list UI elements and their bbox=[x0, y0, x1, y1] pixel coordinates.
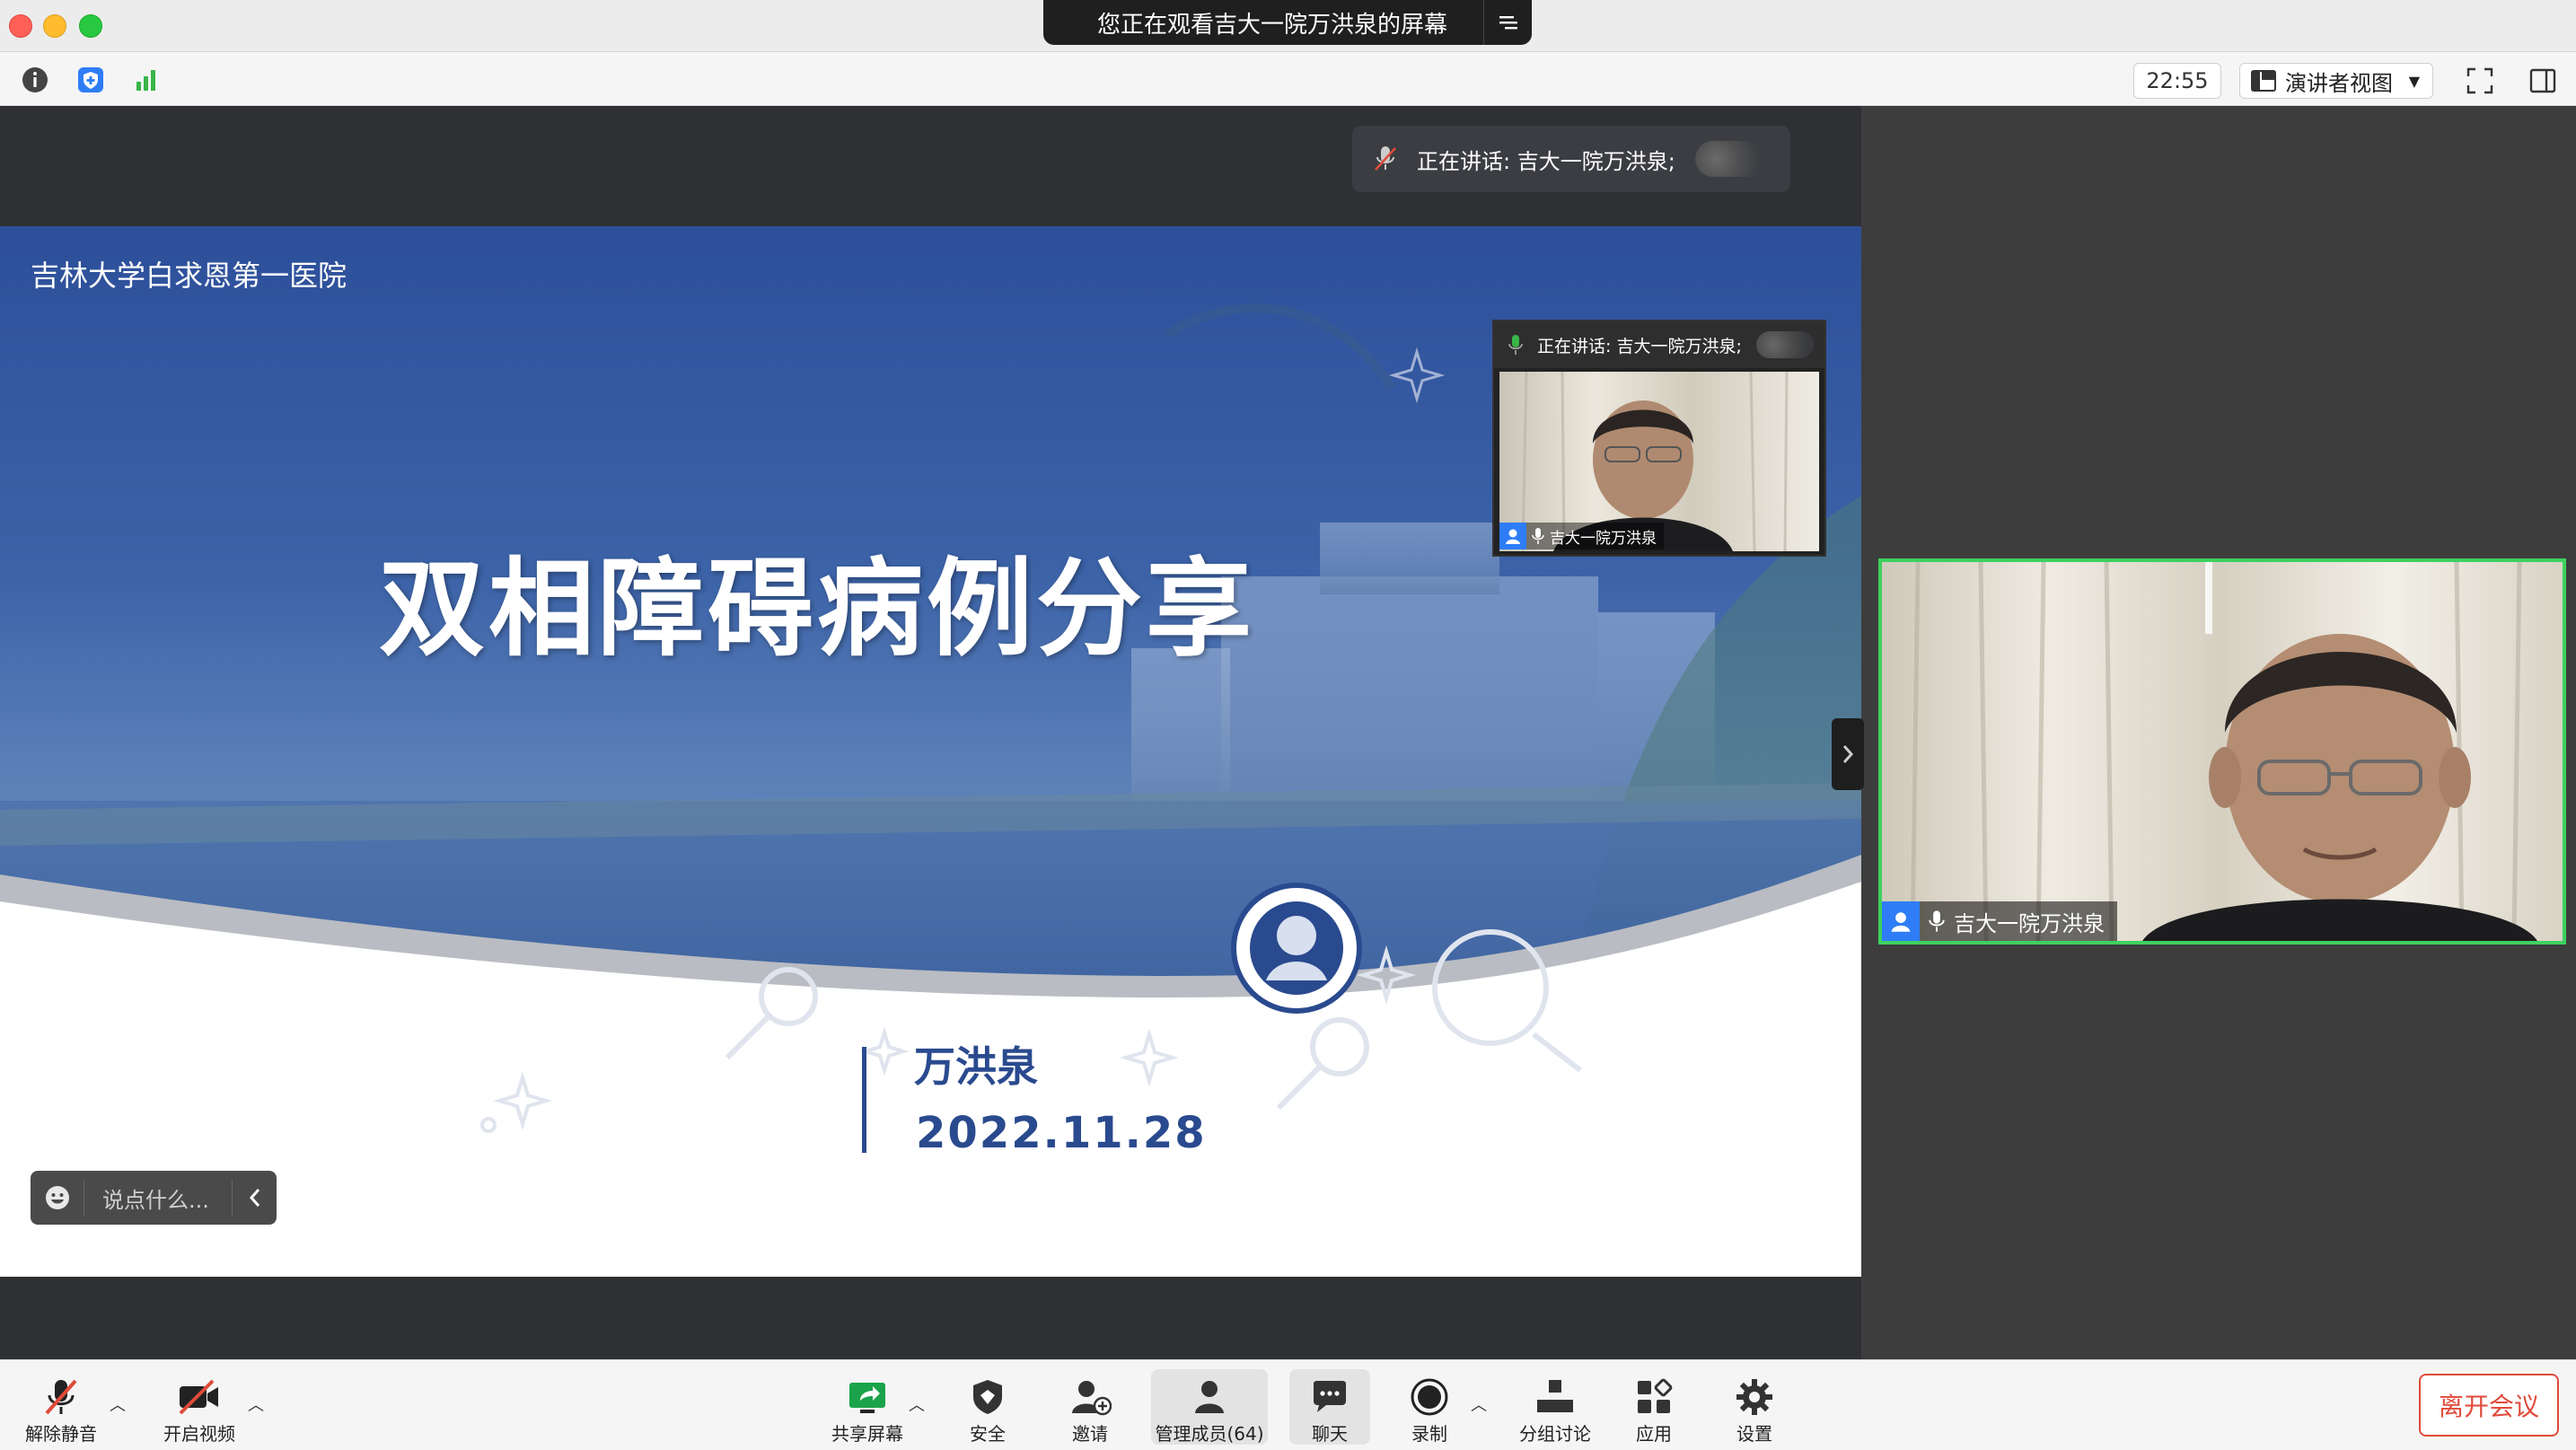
blurred-name bbox=[1755, 331, 1814, 358]
share-banner-text: 您正在观看吉大一院万洪泉的屏幕 bbox=[1096, 11, 1447, 39]
muted-mic-icon bbox=[43, 1375, 79, 1419]
chat-button[interactable]: 聊天 bbox=[1289, 1369, 1370, 1445]
chevron-up-icon[interactable]: ︿ bbox=[1471, 1393, 1487, 1416]
share-screen-icon bbox=[846, 1375, 889, 1419]
signal-bars-icon[interactable] bbox=[129, 63, 163, 97]
hospital-name: 吉林大学白求恩第一医院 bbox=[31, 259, 347, 293]
speaker-view-icon bbox=[2251, 70, 2276, 92]
breakout-rooms-icon bbox=[1534, 1375, 1576, 1419]
presentation-date: 2022.11.28 bbox=[916, 1108, 1207, 1158]
chevron-up-icon[interactable]: ︿ bbox=[248, 1393, 264, 1416]
share-screen-button[interactable]: 共享屏幕 bbox=[824, 1369, 910, 1445]
settings-button[interactable]: 设置 bbox=[1722, 1369, 1787, 1445]
floating-video-header: 正在讲话: 吉大一院万洪泉; bbox=[1494, 321, 1824, 368]
participants-icon bbox=[1188, 1375, 1231, 1419]
zoom-window-button[interactable] bbox=[79, 14, 102, 38]
invite-button[interactable]: 邀请 bbox=[1058, 1369, 1122, 1445]
mic-icon bbox=[1929, 910, 1945, 932]
quick-chat-input[interactable]: 说点什么... bbox=[31, 1171, 277, 1225]
floating-video-namebar: 吉大一院万洪泉 bbox=[1499, 523, 1664, 549]
add-user-icon bbox=[1068, 1375, 1112, 1419]
shield-icon[interactable] bbox=[74, 63, 108, 97]
chevron-up-icon[interactable]: ︿ bbox=[110, 1393, 126, 1416]
info-icon[interactable] bbox=[18, 63, 52, 97]
apps-button[interactable]: 应用 bbox=[1622, 1369, 1686, 1445]
chevron-up-icon[interactable]: ︿ bbox=[909, 1393, 925, 1416]
active-speaker-video[interactable]: 吉大一院万洪泉 bbox=[1878, 558, 2566, 945]
sidebar-toggle-icon[interactable] bbox=[2525, 63, 2561, 99]
chat-placeholder: 说点什么... bbox=[102, 1187, 209, 1213]
presenter-name: 万洪泉 bbox=[914, 1042, 1038, 1091]
title-bar: 您正在观看吉大一院万洪泉的屏幕 bbox=[0, 0, 2576, 52]
gear-icon bbox=[1735, 1375, 1774, 1419]
participants-button[interactable]: 管理成员(64) bbox=[1151, 1369, 1268, 1445]
leave-meeting-button[interactable]: 离开会议 bbox=[2419, 1374, 2559, 1437]
fullscreen-icon[interactable] bbox=[2462, 63, 2498, 99]
view-mode-select[interactable]: 演讲者视图 ▼ bbox=[2239, 63, 2433, 99]
list-menu-icon[interactable] bbox=[1483, 0, 1532, 45]
floating-speaking-label: 正在讲话: 吉大一院万洪泉; bbox=[1537, 336, 1742, 356]
meeting-controls-bar: 解除静音 ︿ 开启视频 ︿ 共享屏幕 ︿ 安全 邀请 管理成员(64) 聊天 录… bbox=[0, 1359, 2576, 1450]
mic-icon bbox=[1532, 528, 1544, 544]
chat-bubble-icon bbox=[1310, 1375, 1350, 1419]
chevron-left-icon[interactable] bbox=[232, 1180, 277, 1216]
muted-mic-icon bbox=[1375, 146, 1396, 171]
speaking-label: 正在讲话: 吉大一院万洪泉; bbox=[1417, 148, 1675, 174]
mic-icon bbox=[1508, 335, 1523, 355]
record-icon bbox=[1410, 1375, 1449, 1419]
video-off-icon bbox=[177, 1375, 222, 1419]
chevron-down-icon: ▼ bbox=[2408, 72, 2420, 90]
view-mode-label: 演讲者视图 bbox=[2285, 70, 2393, 96]
unmute-button[interactable]: 解除静音 bbox=[18, 1369, 104, 1445]
presenter-divider bbox=[862, 1047, 866, 1153]
user-icon bbox=[1882, 901, 1920, 941]
breakout-rooms-button[interactable]: 分组讨论 bbox=[1512, 1369, 1598, 1445]
start-video-button[interactable]: 开启视频 bbox=[156, 1369, 242, 1445]
close-window-button[interactable] bbox=[9, 14, 32, 38]
active-speaker-name: 吉大一院万洪泉 bbox=[1954, 910, 2105, 936]
security-button[interactable]: 安全 bbox=[955, 1369, 1020, 1445]
slide-title: 双相障碍病例分享 bbox=[379, 547, 1256, 671]
chevron-right-icon[interactable] bbox=[1832, 718, 1864, 790]
screen-share-banner: 您正在观看吉大一院万洪泉的屏幕 bbox=[1043, 0, 1532, 45]
active-speaker-feed bbox=[1882, 562, 2563, 941]
active-speaker-namebar: 吉大一院万洪泉 bbox=[1882, 901, 2117, 941]
meeting-window: 您正在观看吉大一院万洪泉的屏幕 22:55 演讲者视图 ▼ 正在讲话: 吉大一院… bbox=[0, 0, 2576, 1450]
record-button[interactable]: 录制 bbox=[1397, 1369, 1462, 1445]
shield-icon bbox=[970, 1375, 1006, 1419]
floating-video-name: 吉大一院万洪泉 bbox=[1550, 529, 1657, 548]
hospital-logo bbox=[1231, 883, 1362, 1014]
blurred-name bbox=[1694, 141, 1767, 177]
emoji-icon[interactable] bbox=[31, 1180, 84, 1216]
floating-video-window[interactable]: 正在讲话: 吉大一院万洪泉; 吉大一院万洪泉 bbox=[1492, 320, 1826, 557]
minimize-window-button[interactable] bbox=[43, 14, 66, 38]
apps-grid-icon bbox=[1634, 1375, 1674, 1419]
meeting-clock: 22:55 bbox=[2133, 63, 2221, 99]
speaking-indicator: 正在讲话: 吉大一院万洪泉; bbox=[1352, 126, 1790, 192]
user-icon bbox=[1499, 523, 1526, 549]
